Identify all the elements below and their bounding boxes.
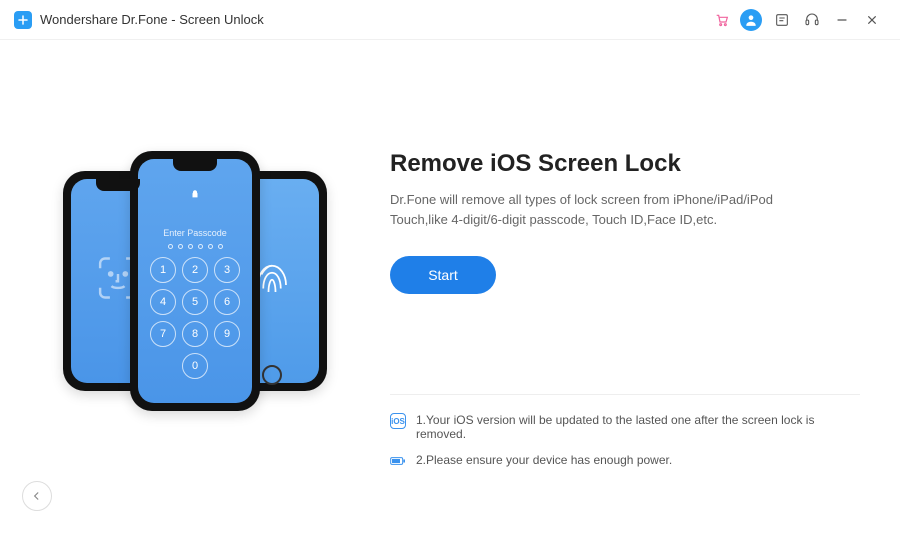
- keypad: 1 2 3 4 5 6 7 8 9 0: [150, 257, 240, 379]
- start-button[interactable]: Start: [390, 256, 496, 294]
- passcode-label: Enter Passcode: [163, 228, 227, 238]
- notes-section: iOS 1.Your iOS version will be updated t…: [390, 394, 860, 469]
- home-button-icon: [262, 365, 282, 385]
- illustration-panel: Enter Passcode 1 2 3 4 5 6 7 8: [0, 40, 390, 533]
- key-0: 0: [182, 353, 208, 379]
- minimize-button[interactable]: [828, 6, 856, 34]
- key-3: 3: [214, 257, 240, 283]
- support-icon[interactable]: [798, 6, 826, 34]
- key-7: 7: [150, 321, 176, 347]
- main-panel: Remove iOS Screen Lock Dr.Fone will remo…: [390, 40, 900, 533]
- lock-icon: [190, 186, 200, 204]
- phones-illustration: Enter Passcode 1 2 3 4 5 6 7 8: [35, 137, 355, 437]
- page-heading: Remove iOS Screen Lock: [390, 150, 860, 178]
- titlebar: Wondershare Dr.Fone - Screen Unlock: [0, 0, 900, 40]
- key-8: 8: [182, 321, 208, 347]
- back-button[interactable]: [22, 481, 52, 511]
- passcode-dots: [168, 244, 223, 249]
- note-text-1: 1.Your iOS version will be updated to th…: [416, 413, 860, 441]
- cart-icon[interactable]: [708, 6, 736, 34]
- page-description: Dr.Fone will remove all types of lock sc…: [390, 190, 830, 230]
- key-4: 4: [150, 289, 176, 315]
- feedback-icon[interactable]: [768, 6, 796, 34]
- key-6: 6: [214, 289, 240, 315]
- note-ios-update: iOS 1.Your iOS version will be updated t…: [390, 413, 860, 441]
- note-power: 2.Please ensure your device has enough p…: [390, 453, 860, 469]
- app-window: Wondershare Dr.Fone - Screen Unlock: [0, 0, 900, 533]
- phone-passcode: Enter Passcode 1 2 3 4 5 6 7 8: [130, 151, 260, 411]
- content-area: Enter Passcode 1 2 3 4 5 6 7 8: [0, 40, 900, 533]
- app-logo-icon: [14, 11, 32, 29]
- note-text-2: 2.Please ensure your device has enough p…: [416, 453, 672, 467]
- key-2: 2: [182, 257, 208, 283]
- key-5: 5: [182, 289, 208, 315]
- battery-icon: [390, 453, 406, 469]
- ios-badge-icon: iOS: [390, 413, 406, 429]
- app-title: Wondershare Dr.Fone - Screen Unlock: [40, 12, 264, 27]
- account-icon[interactable]: [740, 9, 762, 31]
- key-1: 1: [150, 257, 176, 283]
- key-9: 9: [214, 321, 240, 347]
- close-button[interactable]: [858, 6, 886, 34]
